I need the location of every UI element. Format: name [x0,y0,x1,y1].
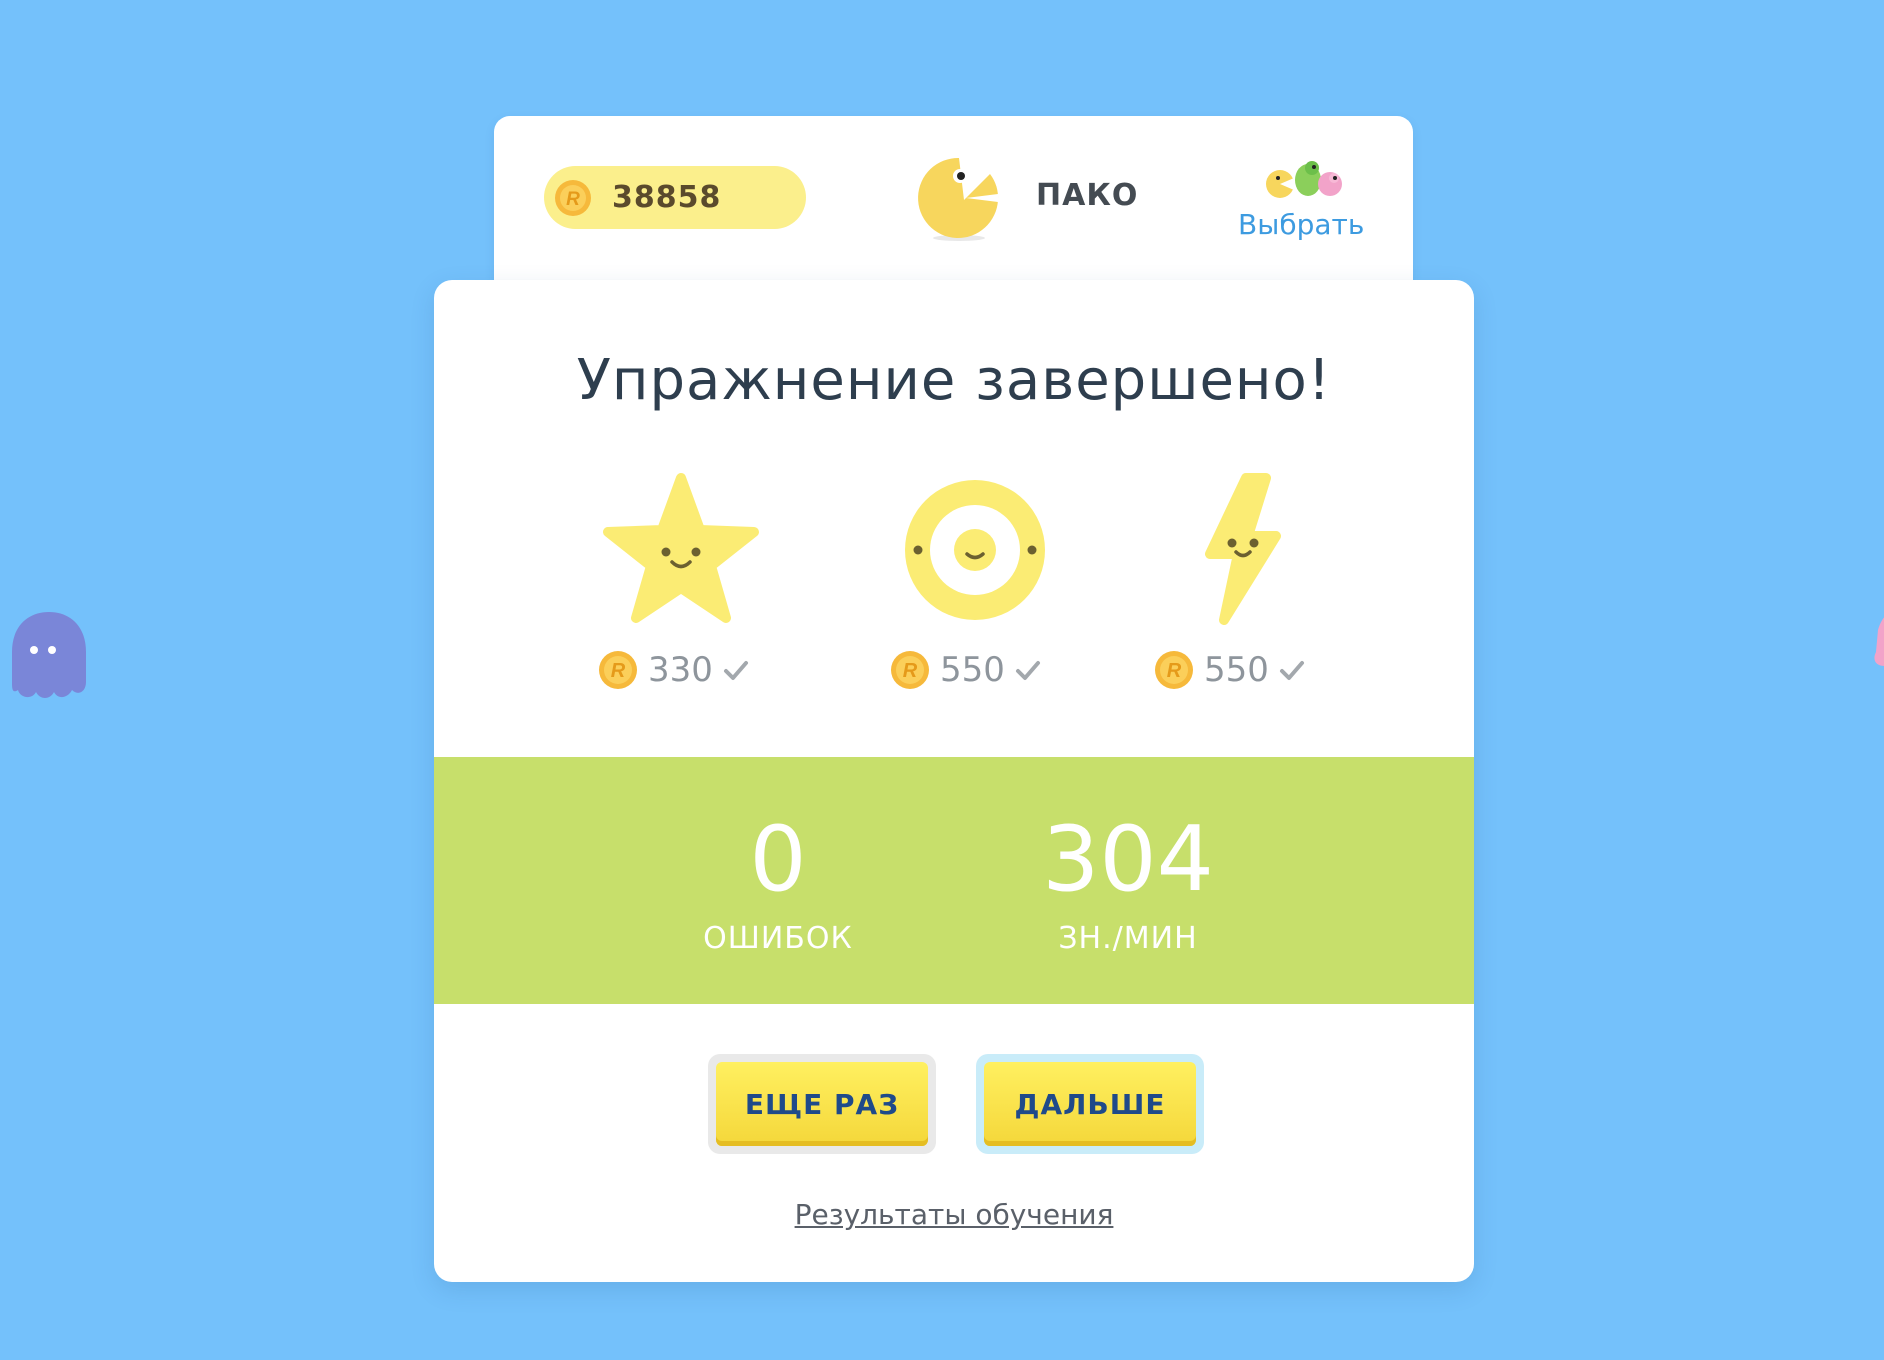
target-icon [905,480,1045,620]
ghost-icon [1874,617,1884,666]
errors-stat: 0 ОШИБОК [688,807,868,957]
page-title: Упражнение завершено! [576,348,1332,413]
speed-value: 304 [1042,807,1214,912]
coin-icon: R [599,651,637,689]
reward-amount: 330 [648,650,713,690]
badge-target [890,470,1060,630]
speed-label: ЗН./МИН [1058,921,1198,956]
learning-results-link[interactable]: Результаты обучения [434,1198,1474,1231]
reward-row: R 550 [890,648,1041,692]
coin-count: 38858 [612,180,722,215]
game-stage: R 38858 ПАКО Выбрать Упражнение завершен… [0,0,1884,1360]
coin-icon: R [555,180,591,216]
errors-label: ОШИБОК [703,921,853,956]
coin-icon: R [891,651,929,689]
svg-text:R: R [611,660,626,682]
next-button[interactable]: ДАЛЬШЕ [984,1062,1196,1146]
speed-stat: 304 ЗН./МИН [1028,807,1228,957]
next-button-frame: ДАЛЬШЕ [976,1054,1204,1154]
reward-row: R 550 [1154,648,1305,692]
lightning-icon [1205,473,1281,625]
coin-balance: R 38858 [544,166,806,229]
svg-text:R: R [903,660,918,682]
character-name: ПАКО [1036,178,1139,213]
again-button[interactable]: ЕЩЕ РАЗ [716,1062,928,1146]
reward-amount: 550 [1204,650,1269,690]
checkmark-icon [1015,661,1040,680]
star-icon [603,473,759,623]
ghost-icon [12,612,86,698]
checkmark-icon [723,661,748,680]
svg-text:R: R [566,189,580,210]
again-button-frame: ЕЩЕ РАЗ [708,1054,936,1154]
badge-speed [1154,470,1324,630]
characters-group-icon[interactable] [1264,156,1342,202]
errors-count: 0 [749,807,807,912]
choose-character-link[interactable]: Выбрать [1238,208,1364,241]
reward-row: R 330 [598,648,749,692]
badge-accuracy [596,470,766,630]
profile-card: R 38858 ПАКО Выбрать [494,116,1413,306]
reward-amount: 550 [940,650,1005,690]
svg-text:R: R [1167,660,1182,682]
checkmark-icon [1279,661,1304,680]
coin-icon: R [1155,651,1193,689]
result-card: Упражнение завершено! R 330 R 550 R 550 … [434,280,1474,1282]
pako-character-icon [918,157,999,241]
stats-band: 0 ОШИБОК 304 ЗН./МИН [434,757,1474,1004]
